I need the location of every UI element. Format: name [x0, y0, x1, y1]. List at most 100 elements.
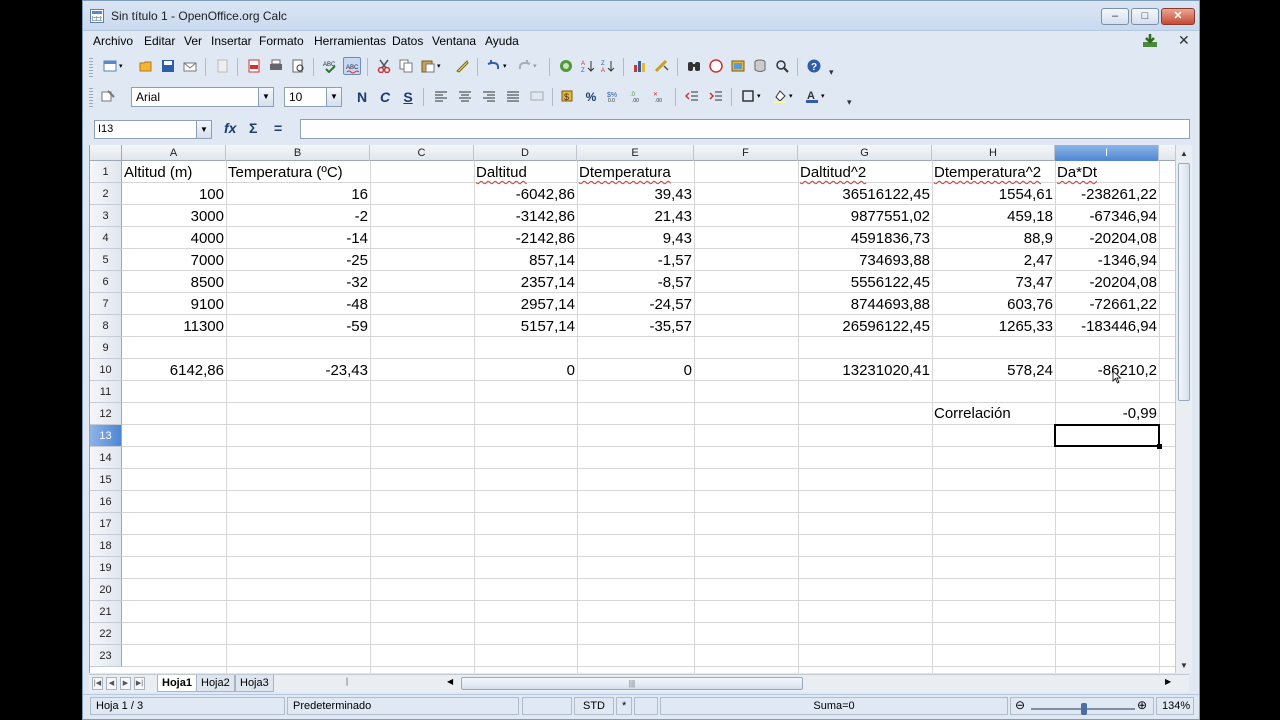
toolbar-overflow-icon[interactable]: ▾ [829, 67, 837, 77]
menu-datos[interactable]: Datos [392, 34, 423, 48]
scroll-right-icon[interactable]: ▶ [1165, 677, 1171, 686]
close-document-icon[interactable]: ✕ [1178, 32, 1190, 49]
scroll-up-icon[interactable]: ▲ [1180, 149, 1188, 158]
column-header-a[interactable]: A [122, 145, 226, 161]
cut-icon[interactable] [375, 57, 393, 75]
column-header-f[interactable]: F [694, 145, 798, 161]
vertical-scrollbar[interactable]: ▲ ▼ [1175, 145, 1192, 673]
sheet-tab-hoja2[interactable]: Hoja2 [196, 675, 235, 692]
cell-i4[interactable]: -20204,08 [1055, 228, 1159, 250]
help-icon[interactable]: ? [805, 57, 823, 75]
font-size-combo[interactable]: 10 ▼ [284, 87, 342, 107]
cell-g8[interactable]: 26596122,45 [798, 316, 932, 338]
cell-i5[interactable]: -1346,94 [1055, 250, 1159, 272]
cell-a2[interactable]: 100 [122, 184, 226, 206]
open-folder-icon[interactable] [137, 57, 155, 75]
align-left-icon[interactable] [432, 87, 450, 105]
tab-split-handle[interactable]: ▏ [344, 677, 355, 690]
menu-ayuda[interactable]: Ayuda [485, 34, 519, 48]
cell-i2[interactable]: -238261,22 [1055, 184, 1159, 206]
column-header-c[interactable]: C [370, 145, 474, 161]
cell-d7[interactable]: 2957,14 [474, 294, 577, 316]
row-header-12[interactable]: 12 [90, 403, 122, 425]
cell-g4[interactable]: 4591836,73 [798, 228, 932, 250]
cell-h12[interactable]: Correlación [932, 403, 1055, 425]
status-page-style[interactable]: Predeterminado [287, 697, 519, 715]
column-header-h[interactable]: H [932, 145, 1055, 161]
cell-e4[interactable]: 9,43 [577, 228, 694, 250]
menu-ventana[interactable]: Ventana [432, 34, 476, 48]
row-header-7[interactable]: 7 [90, 293, 122, 315]
background-color-icon[interactable] [771, 87, 789, 105]
row-header-23[interactable]: 23 [90, 645, 122, 667]
chevron-down-icon[interactable]: ▼ [258, 88, 273, 106]
active-cell-cursor[interactable] [1054, 424, 1162, 449]
background-dropdown-icon[interactable]: ▾ [789, 87, 797, 105]
cell-b7[interactable]: -48 [226, 294, 370, 316]
minimize-button[interactable]: – [1101, 8, 1129, 25]
chevron-down-icon[interactable]: ▼ [326, 88, 341, 106]
edit-file-icon[interactable] [213, 57, 231, 75]
borders-icon[interactable] [739, 87, 757, 105]
function-wizard-icon[interactable]: fx [224, 120, 236, 136]
cell-d1[interactable]: Daltitud [474, 162, 577, 184]
row-header-2[interactable]: 2 [90, 183, 122, 205]
print-icon[interactable] [267, 57, 285, 75]
prev-sheet-icon[interactable]: ◀ [106, 677, 117, 690]
cell-b4[interactable]: -14 [226, 228, 370, 250]
cell-d4[interactable]: -2142,86 [474, 228, 577, 250]
styles-formatting-icon[interactable] [99, 87, 117, 105]
merge-cells-icon[interactable] [528, 87, 546, 105]
column-header-g[interactable]: G [798, 145, 932, 161]
status-signature[interactable] [634, 697, 658, 715]
cell-a3[interactable]: 3000 [122, 206, 226, 228]
cell-e7[interactable]: -24,57 [577, 294, 694, 316]
cell-i3[interactable]: -67346,94 [1055, 206, 1159, 228]
row-header-13[interactable]: 13 [90, 425, 122, 447]
zoom-slider[interactable]: ⊖ ⊕ [1010, 697, 1154, 715]
row-header-6[interactable]: 6 [90, 271, 122, 293]
cell-b10[interactable]: -23,43 [226, 360, 370, 382]
cell-a7[interactable]: 9100 [122, 294, 226, 316]
zoom-in-icon[interactable]: ⊕ [1137, 699, 1147, 712]
gallery-icon[interactable] [729, 57, 747, 75]
cell-h5[interactable]: 2,47 [932, 250, 1055, 272]
scroll-left-icon[interactable]: ◀ [447, 677, 453, 686]
row-header-16[interactable]: 16 [90, 491, 122, 513]
font-color-icon[interactable]: A [803, 87, 821, 105]
data-sources-icon[interactable] [751, 57, 769, 75]
zoom-out-icon[interactable]: ⊖ [1015, 699, 1025, 712]
select-all-corner[interactable] [90, 145, 122, 161]
menu-insertar[interactable]: Insertar [211, 34, 252, 48]
copy-icon[interactable] [397, 57, 415, 75]
cell-i8[interactable]: -183446,94 [1055, 316, 1159, 338]
row-header-15[interactable]: 15 [90, 469, 122, 491]
add-decimal-icon[interactable]: .0.00 [628, 87, 646, 105]
cell-b6[interactable]: -32 [226, 272, 370, 294]
cell-h2[interactable]: 1554,61 [932, 184, 1055, 206]
cell-d2[interactable]: -6042,86 [474, 184, 577, 206]
cell-i12[interactable]: -0,99 [1055, 403, 1159, 425]
find-replace-icon[interactable] [685, 57, 703, 75]
cell-d8[interactable]: 5157,14 [474, 316, 577, 338]
column-header-i[interactable]: I [1055, 145, 1159, 161]
row-header-1[interactable]: 1 [90, 161, 122, 183]
row-header-11[interactable]: 11 [90, 381, 122, 403]
cell-i7[interactable]: -72661,22 [1055, 294, 1159, 316]
menu-ver[interactable]: Ver [184, 34, 202, 48]
cell-a10[interactable]: 6142,86 [122, 360, 226, 382]
cell-h8[interactable]: 1265,33 [932, 316, 1055, 338]
cell-g7[interactable]: 8744693,88 [798, 294, 932, 316]
underline-button[interactable]: S [398, 87, 418, 107]
align-center-icon[interactable] [456, 87, 474, 105]
print-preview-icon[interactable] [289, 57, 307, 75]
cell-h10[interactable]: 578,24 [932, 360, 1055, 382]
sheet-tab-hoja3[interactable]: Hoja3 [235, 675, 274, 692]
delete-decimal-icon[interactable]: ✕ .00 [651, 87, 669, 105]
maximize-button[interactable]: □ [1131, 8, 1159, 25]
decrease-indent-icon[interactable] [683, 87, 701, 105]
column-header-d[interactable]: D [474, 145, 577, 161]
sort-descending-icon[interactable]: ZA [599, 57, 617, 75]
status-selection-mode[interactable]: STD [574, 697, 614, 715]
cell-d3[interactable]: -3142,86 [474, 206, 577, 228]
